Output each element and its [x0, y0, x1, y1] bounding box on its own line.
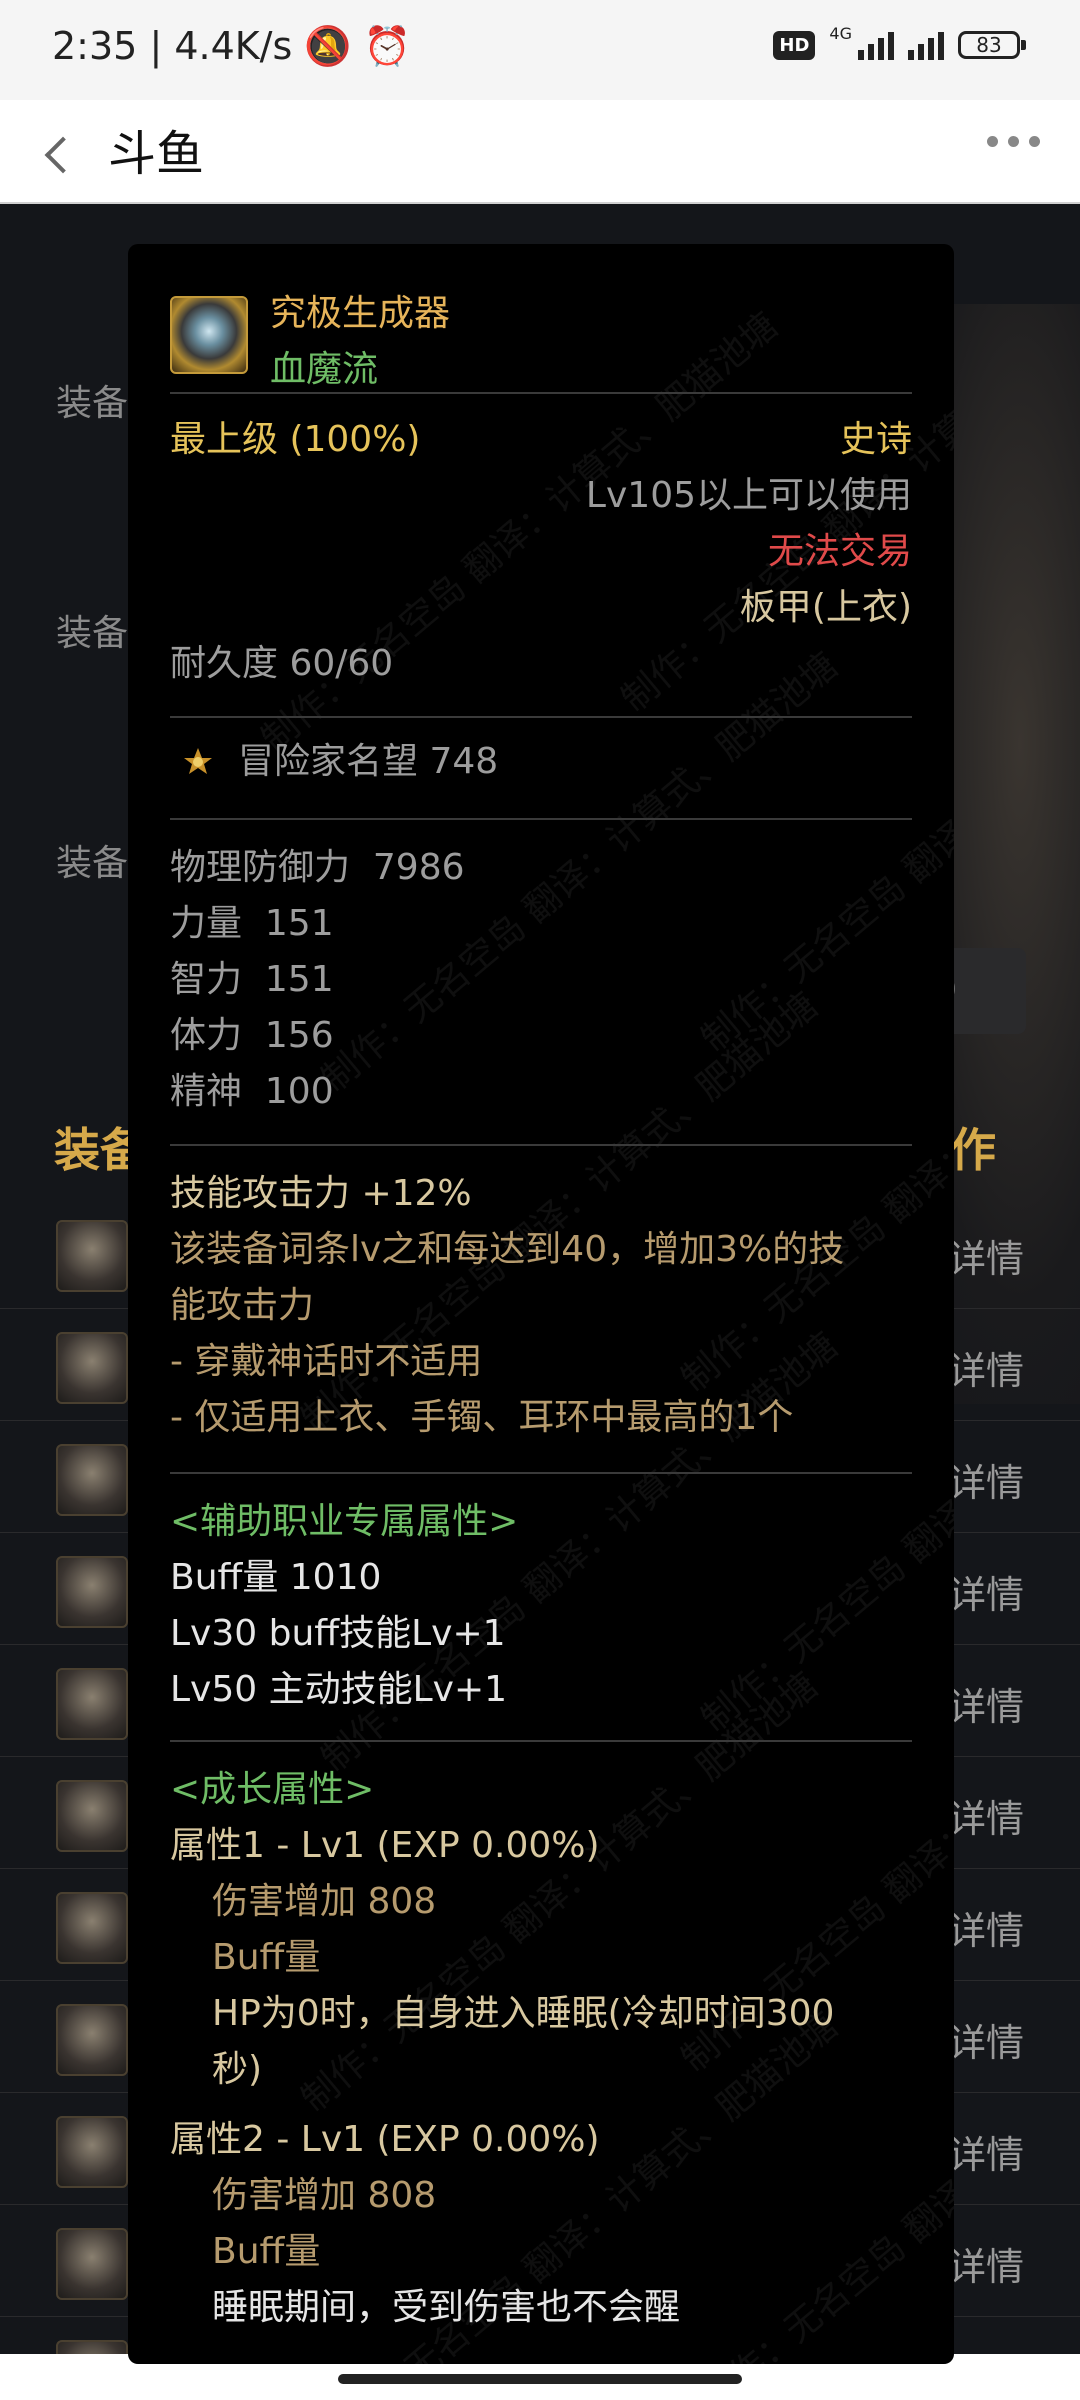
equipment-icon [56, 2004, 128, 2076]
status-time: 2:35 | 4.4K/s 🔕 ⏰ [52, 24, 411, 69]
status-bar: 2:35 | 4.4K/s 🔕 ⏰ HD 4G 83 [0, 0, 1080, 100]
battery-icon: 83 [958, 31, 1026, 59]
equipment-icon [56, 1220, 128, 1292]
more-button[interactable] [987, 136, 1040, 147]
bg-label: 装备 [56, 843, 129, 884]
details-link[interactable]: 详情 [948, 1900, 1024, 1955]
stat-label: 精神 [170, 1071, 243, 1112]
stat-label: 体力 [170, 1015, 243, 1056]
page-title: 斗鱼 [108, 126, 205, 182]
attribute-1-title: 属性1 - Lv1 (EXP 0.00%) [170, 1825, 600, 1866]
details-link[interactable]: 详情 [948, 1564, 1024, 1619]
stat-label: 力量 [170, 903, 243, 944]
hd-icon: HD [773, 30, 816, 60]
alarm-icon: ⏰ [363, 24, 412, 68]
item-tooltip: 制作：无名空岛 翻译：计算式、肥猫池塘 制作：无名空岛 翻译：计算式、肥猫池塘 制作… [128, 244, 954, 2364]
skill-desc: 该装备词条lv之和每达到40，增加3%的技 [170, 1229, 845, 1270]
details-link[interactable]: 详情 [948, 1228, 1024, 1283]
level-requirement: Lv105以上可以使用 [585, 475, 912, 516]
bg-label: 装备 [56, 383, 129, 424]
signal-icon-2 [908, 30, 944, 60]
skill-attack: 技能攻击力 +12% [170, 1173, 472, 1214]
divider [170, 392, 912, 394]
signal-icon [858, 30, 894, 60]
attribute-1-effect: 秒) [212, 2049, 263, 2090]
watermark-text: 制作：无名空岛 翻译：计算式、肥猫池塘 [674, 945, 954, 1401]
network-speed: 4.4K/s [174, 24, 293, 68]
stat-value: 100 [264, 1071, 334, 1112]
divider [170, 716, 912, 718]
skill-note: - 穿戴神话时不适用 [170, 1341, 483, 1382]
item-icon [170, 296, 248, 374]
home-indicator[interactable] [338, 2374, 742, 2384]
equipment-icon [56, 2340, 128, 2354]
details-link[interactable]: 详情 [948, 2124, 1024, 2179]
attribute-2-title: 属性2 - Lv1 (EXP 0.00%) [170, 2119, 600, 2160]
growth-header: <成长属性> [170, 1769, 375, 1810]
divider [170, 818, 912, 820]
details-link[interactable]: 详情 [948, 2012, 1024, 2067]
equip-slot: 板甲(上衣) [739, 587, 912, 628]
adventurer-renown: 冒险家名望 748 [238, 741, 499, 782]
equipment-icon [56, 1892, 128, 1964]
attribute-1-buff: Buff量 [212, 1937, 321, 1978]
attribute-2-damage: 伤害增加 808 [212, 2175, 437, 2216]
stat-value: 156 [264, 1015, 334, 1056]
support-line: Buff量 1010 [170, 1557, 382, 1598]
stat-line: 力量 151 [170, 896, 334, 952]
divider [170, 1472, 912, 1474]
stat-line: 智力 151 [170, 952, 334, 1008]
stat-line: 物理防御力 7986 [170, 840, 465, 896]
stat-value: 151 [264, 959, 334, 1000]
skill-note: - 仅适用上衣、手镯、耳环中最高的1个 [170, 1397, 794, 1438]
stat-line: 精神 100 [170, 1064, 334, 1120]
section-title-right: 作 [950, 1123, 996, 1177]
trade-status: 无法交易 [767, 531, 912, 572]
attribute-2-buff: Buff量 [212, 2231, 321, 2272]
divider [170, 1144, 912, 1146]
stat-value: 7986 [372, 847, 465, 888]
attribute-1-damage: 伤害增加 808 [212, 1881, 437, 1922]
attribute-1-effect: HP为0时，自身进入睡眠(冷却时间300 [212, 1993, 835, 2034]
set-name: 血魔流 [270, 349, 379, 390]
watermark-text: 制作：无名空岛 翻译：计算式、肥猫池塘 [694, 1285, 954, 1741]
durability: 耐久度 60/60 [170, 643, 394, 684]
attribute-2-effect: 睡眠期间，受到伤害也不会醒 [212, 2287, 681, 2328]
equipment-icon [56, 1780, 128, 1852]
support-header: <辅助职业专属属性> [170, 1501, 519, 1542]
equipment-icon [56, 1556, 128, 1628]
rarity: 史诗 [839, 419, 912, 460]
stat-label: 智力 [170, 959, 243, 1000]
details-link[interactable]: 详情 [948, 1788, 1024, 1843]
equipment-icon [56, 1668, 128, 1740]
renown-icon [184, 748, 212, 774]
equipment-icon [56, 2116, 128, 2188]
equipment-icon [56, 1444, 128, 1516]
details-link[interactable]: 详情 [948, 2348, 1024, 2354]
support-line: Lv30 buff技能Lv+1 [170, 1613, 506, 1654]
status-icons: HD 4G 83 [773, 24, 1026, 60]
bg-label: 装备 [56, 613, 129, 654]
skill-desc: 能攻击力 [170, 1285, 315, 1326]
mute-icon: 🔕 [304, 24, 352, 68]
details-link[interactable]: 详情 [948, 1340, 1024, 1395]
details-link[interactable]: 详情 [948, 1452, 1024, 1507]
grade: 最上级 (100%) [170, 419, 421, 460]
details-link[interactable]: 详情 [948, 2236, 1024, 2291]
divider [170, 1740, 912, 1742]
stat-label: 物理防御力 [170, 847, 351, 888]
support-line: Lv50 主动技能Lv+1 [170, 1669, 508, 1710]
details-link[interactable]: 详情 [948, 1676, 1024, 1731]
equipment-icon [56, 2228, 128, 2300]
watermark-text: 制作：无名空岛 翻译：计算式、肥猫池塘 [694, 605, 954, 1061]
network-type: 4G [829, 23, 852, 43]
equipment-icon [56, 1332, 128, 1404]
back-button[interactable] [38, 120, 78, 180]
nav-bar: 斗鱼 [0, 100, 1080, 204]
separator: | [149, 24, 175, 68]
clock: 2:35 [52, 24, 138, 68]
stat-line: 体力 156 [170, 1008, 334, 1064]
stat-value: 151 [264, 903, 334, 944]
item-name: 究极生成器 [270, 293, 451, 334]
